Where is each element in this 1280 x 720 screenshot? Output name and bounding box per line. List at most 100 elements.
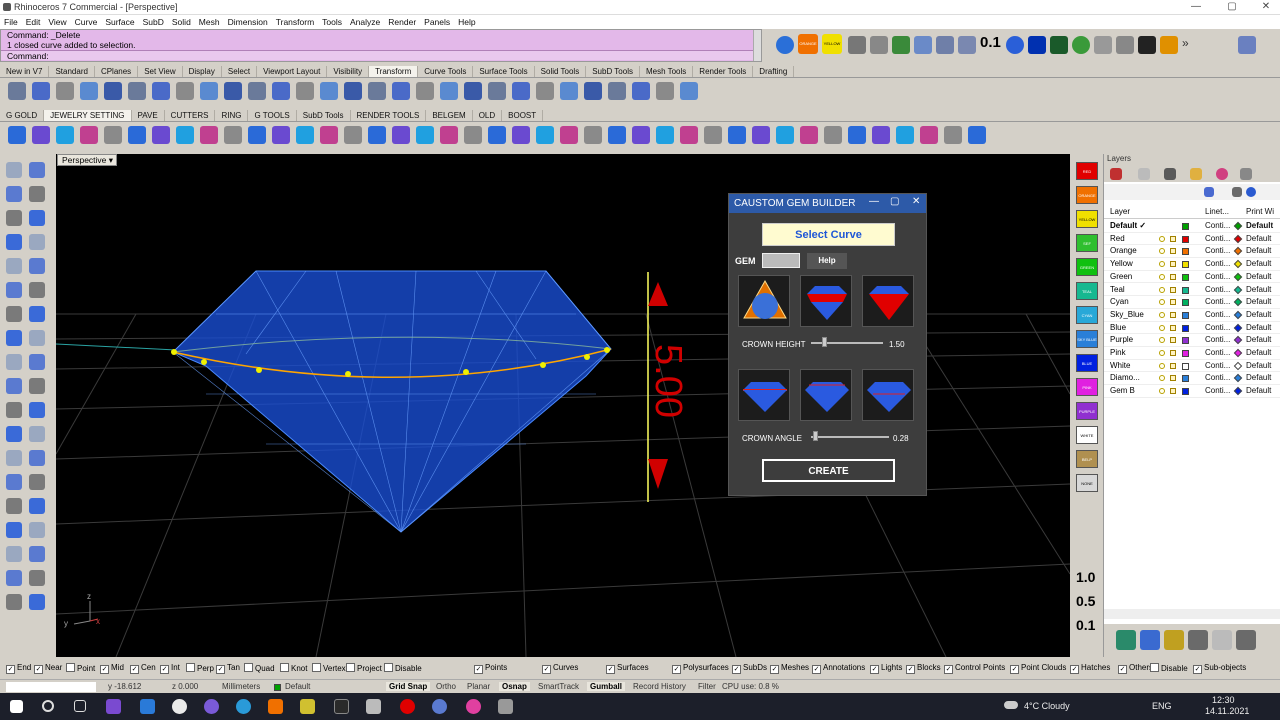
array-tool-icon[interactable] [1236, 630, 1256, 650]
filter-hatches[interactable]: Hatches [1070, 663, 1110, 674]
toolbar-tool-icon[interactable] [320, 82, 338, 100]
visibility-icon[interactable] [1159, 375, 1165, 382]
print-color-icon[interactable] [1233, 234, 1243, 243]
visibility-icon[interactable] [1159, 337, 1165, 344]
pin-tool-icon[interactable] [1212, 630, 1232, 650]
toolbar-tool-icon[interactable] [80, 126, 98, 144]
layer-print-width[interactable]: Default [1246, 220, 1273, 232]
app-gray-icon[interactable] [366, 699, 381, 714]
layer-linetype[interactable]: Conti... [1205, 372, 1230, 384]
print-color-icon[interactable] [1233, 310, 1243, 320]
tab-cutters[interactable]: CUTTERS [165, 110, 216, 121]
filter-sub-objects[interactable]: Sub-objects [1193, 663, 1246, 674]
gumball-toggle[interactable]: Gumball [587, 682, 626, 691]
viewport-title[interactable]: Perspective ▾ [57, 154, 117, 166]
number-icon[interactable]: 0.1 [980, 34, 1002, 52]
left-tool-icon[interactable] [29, 570, 45, 586]
layer-row[interactable]: Cyan Conti... Default [1104, 296, 1280, 309]
walk-icon[interactable] [1116, 36, 1134, 54]
yellow-color-button[interactable]: YELLOW [822, 34, 842, 54]
minimize-button[interactable]: — [1188, 1, 1204, 12]
toolbar-tool-icon[interactable] [248, 126, 266, 144]
toolbar-tool-icon[interactable] [560, 82, 578, 100]
left-tool-icon[interactable] [6, 234, 22, 250]
layer-color-swatch[interactable] [1182, 223, 1189, 230]
layer-color-swatch[interactable] [1182, 324, 1189, 332]
tab-subd-tools[interactable]: SubD Tools [586, 66, 640, 77]
start-icon[interactable] [10, 700, 23, 713]
left-tool-icon[interactable] [29, 402, 45, 418]
layer-row[interactable]: Diamo... Conti... Default [1104, 372, 1280, 386]
lock-icon[interactable] [1170, 350, 1176, 356]
layer-color-swatch[interactable] [1182, 388, 1189, 396]
lock-icon[interactable] [1170, 375, 1176, 382]
left-tool-icon[interactable] [6, 330, 22, 346]
menu-tools[interactable]: Tools [318, 15, 346, 27]
osnap-tan[interactable]: Tan [216, 663, 240, 674]
toolbar-tool-icon[interactable] [536, 82, 554, 100]
toolbar-tool-icon[interactable] [464, 82, 482, 100]
filter-polysurfaces[interactable]: Polysurfaces [672, 663, 729, 674]
toolbar-tool-icon[interactable] [224, 126, 242, 144]
layer-color-swatch[interactable] [1182, 311, 1189, 319]
toolbar-tool-icon[interactable] [920, 126, 938, 144]
create-button[interactable]: CREATE [762, 459, 895, 482]
toolbar-tool-icon[interactable] [128, 82, 146, 100]
tab-drafting[interactable]: Drafting [753, 66, 795, 77]
pencil-icon[interactable] [1240, 168, 1252, 180]
maximize-button[interactable]: ▢ [1224, 1, 1240, 12]
osnap-knot[interactable]: Knot [280, 663, 307, 673]
toolbar-tool-icon[interactable] [152, 126, 170, 144]
toolbar-tool-icon[interactable] [296, 82, 314, 100]
tab-curve-tools[interactable]: Curve Tools [418, 66, 474, 77]
rebuild-icon[interactable] [870, 36, 888, 54]
layer-linetype[interactable]: Conti... [1205, 233, 1230, 245]
layer-color-swatch[interactable] [1182, 273, 1189, 281]
left-tool-icon[interactable] [29, 546, 45, 562]
left-tool-icon[interactable] [29, 162, 45, 178]
toolbar-tool-icon[interactable] [32, 82, 50, 100]
lock-icon[interactable] [1170, 261, 1176, 268]
gem-pavilion-option[interactable] [862, 275, 914, 327]
toolbar-tool-icon[interactable] [512, 126, 530, 144]
language-indicator[interactable]: ENG [1152, 701, 1172, 711]
left-tool-icon[interactable] [6, 282, 22, 298]
tab-ring[interactable]: RING [215, 110, 249, 121]
golden-icon[interactable] [1160, 36, 1178, 54]
visibility-icon[interactable] [1159, 248, 1165, 255]
print-color-icon[interactable] [1233, 285, 1243, 294]
left-tool-icon[interactable] [29, 378, 45, 394]
mail-icon[interactable] [140, 699, 155, 714]
mesh-icon[interactable] [914, 36, 932, 54]
toolbar-tool-icon[interactable] [536, 126, 554, 144]
layer-row[interactable]: Orange Conti... Default [1104, 245, 1280, 259]
toolbar-tool-icon[interactable] [824, 126, 842, 144]
filter-points[interactable]: Points [474, 663, 507, 674]
tab-render-tools[interactable]: Render Tools [693, 66, 754, 77]
select-curve-button[interactable]: Select Curve [762, 223, 895, 246]
cplane-field[interactable] [6, 682, 96, 692]
column-header-print[interactable]: Print Wi [1246, 206, 1274, 218]
layer-row[interactable]: Green Conti... Default [1104, 271, 1280, 284]
osnap-cen[interactable]: Cen [130, 663, 156, 674]
tab-new-in-v7[interactable]: New in V7 [0, 66, 50, 77]
layer-linetype[interactable]: Conti... [1205, 245, 1230, 257]
toolbar-tool-icon[interactable] [560, 126, 578, 144]
left-tool-icon[interactable] [6, 210, 22, 226]
toolbar-tool-icon[interactable] [632, 82, 650, 100]
planar-toggle[interactable]: Planar [467, 682, 490, 691]
left-tool-icon[interactable] [6, 186, 22, 202]
print-color-icon[interactable] [1233, 386, 1243, 396]
tab-belgem[interactable]: BELGEM [426, 110, 473, 121]
toolbar-tool-icon[interactable] [728, 126, 746, 144]
left-tool-icon[interactable] [29, 282, 45, 298]
toolbar-tool-icon[interactable] [584, 126, 602, 144]
lock-icon[interactable] [1170, 286, 1176, 293]
gem-preview-2[interactable] [800, 369, 852, 421]
osnap-quad[interactable]: Quad [244, 663, 275, 673]
help-button[interactable]: Help [807, 253, 847, 269]
menu-curve[interactable]: Curve [71, 15, 102, 27]
units[interactable]: Millimeters [222, 682, 260, 691]
toolbar-tool-icon[interactable] [344, 82, 362, 100]
close-button[interactable]: ✕ [1258, 1, 1274, 12]
